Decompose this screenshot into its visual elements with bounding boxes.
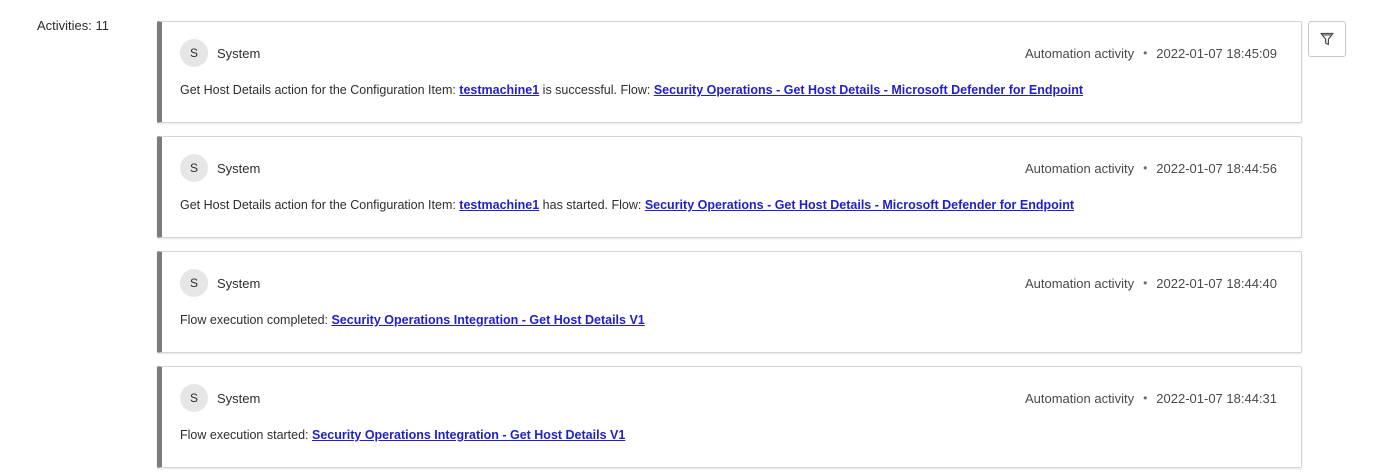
avatar: S: [180, 154, 208, 182]
activity-meta: Automation activity • 2022-01-07 18:44:4…: [1025, 276, 1277, 291]
activity-card: S System Automation activity • 2022-01-0…: [157, 366, 1302, 468]
activity-stream-page: Activities: 11 S System Automation activ…: [0, 0, 1384, 473]
meta-separator: •: [1143, 391, 1148, 405]
configuration-item-link[interactable]: testmachine1: [459, 83, 539, 97]
activity-card: S System Automation activity • 2022-01-0…: [157, 251, 1302, 353]
activity-timestamp: 2022-01-07 18:45:09: [1156, 45, 1277, 61]
activity-author: System: [217, 275, 261, 291]
activity-message: Flow execution completed: Security Opera…: [180, 313, 645, 327]
activity-type: Automation activity: [1024, 390, 1135, 406]
activity-text: Flow execution completed:: [180, 313, 332, 327]
activity-card: S System Automation activity • 2022-01-0…: [157, 21, 1302, 123]
activity-message: Get Host Details action for the Configur…: [180, 198, 1074, 212]
activity-type: Automation activity: [1024, 275, 1135, 291]
activity-text: Get Host Details action for the Configur…: [180, 83, 460, 97]
filter-button[interactable]: [1308, 21, 1346, 57]
activity-meta: Automation activity • 2022-01-07 18:45:0…: [1025, 46, 1277, 61]
configuration-item-link[interactable]: testmachine1: [459, 198, 539, 212]
filter-icon: [1320, 32, 1334, 46]
activity-type: Automation activity: [1024, 45, 1135, 61]
avatar: S: [180, 384, 208, 412]
activity-timestamp: 2022-01-07 18:44:40: [1156, 275, 1277, 291]
activity-card-header: S System Automation activity • 2022-01-0…: [180, 269, 1277, 297]
avatar: S: [180, 269, 208, 297]
activity-type: Automation activity: [1024, 160, 1135, 176]
activity-message: Flow execution started: Security Operati…: [180, 428, 625, 442]
activity-author: System: [217, 390, 261, 406]
activities-count-label: Activities: 11: [37, 18, 110, 33]
activity-feed: S System Automation activity • 2022-01-0…: [157, 21, 1302, 473]
meta-separator: •: [1143, 161, 1148, 175]
activity-meta: Automation activity • 2022-01-07 18:44:3…: [1025, 391, 1277, 406]
flow-link[interactable]: Security Operations Integration - Get Ho…: [312, 428, 625, 442]
flow-link[interactable]: Security Operations Integration - Get Ho…: [331, 313, 644, 327]
meta-separator: •: [1143, 46, 1148, 60]
flow-link[interactable]: Security Operations - Get Host Details -…: [654, 83, 1083, 97]
activity-timestamp: 2022-01-07 18:44:56: [1156, 160, 1277, 176]
activity-message: Get Host Details action for the Configur…: [180, 83, 1083, 97]
activity-text: Flow execution started:: [180, 428, 313, 442]
activity-card: S System Automation activity • 2022-01-0…: [157, 136, 1302, 238]
activity-meta: Automation activity • 2022-01-07 18:44:5…: [1025, 161, 1277, 176]
activity-timestamp: 2022-01-07 18:44:31: [1156, 390, 1277, 406]
activity-card-header: S System Automation activity • 2022-01-0…: [180, 154, 1277, 182]
activity-card-header: S System Automation activity • 2022-01-0…: [180, 384, 1277, 412]
activity-author: System: [217, 160, 261, 176]
activity-text: is successful. Flow:: [539, 83, 654, 97]
activity-text: Get Host Details action for the Configur…: [180, 198, 460, 212]
avatar: S: [180, 39, 208, 67]
flow-link[interactable]: Security Operations - Get Host Details -…: [645, 198, 1074, 212]
activity-card-header: S System Automation activity • 2022-01-0…: [180, 39, 1277, 67]
meta-separator: •: [1143, 276, 1148, 290]
activity-text: has started. Flow:: [539, 198, 645, 212]
activity-author: System: [217, 45, 261, 61]
